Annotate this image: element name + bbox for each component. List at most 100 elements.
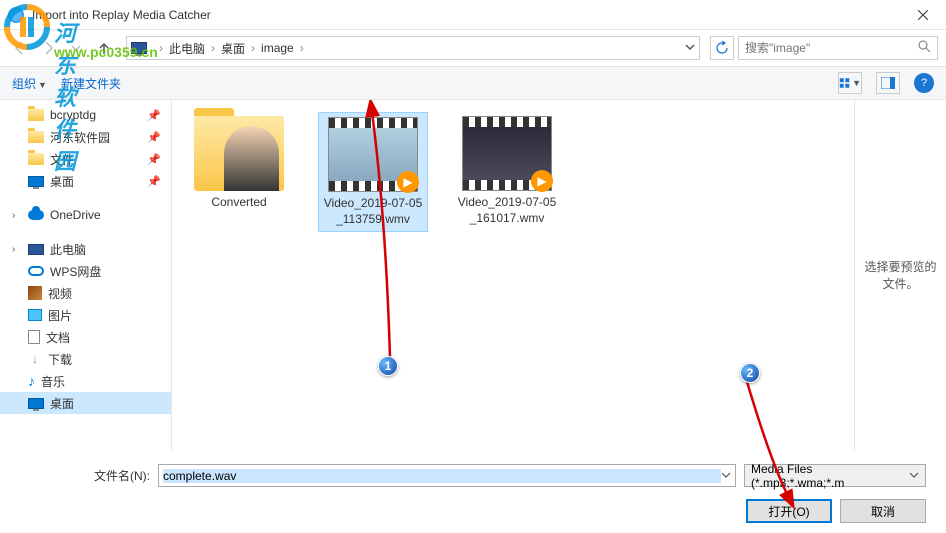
annotation-marker-1: 1: [378, 356, 398, 376]
chevron-right-icon: ›: [12, 244, 22, 255]
sidebar-item-label: 下载: [48, 351, 72, 368]
file-label: Video_2019-07-05_113759.wmv: [323, 196, 423, 227]
file-item[interactable]: ▶ Video_2019-07-05_113759.wmv: [318, 112, 428, 232]
folder-icon: [28, 131, 44, 143]
refresh-icon: [715, 41, 729, 55]
chevron-down-icon: [71, 43, 81, 53]
sidebar-item-河东软件园[interactable]: 河东软件园 📌: [0, 126, 171, 148]
pc-icon: [131, 42, 147, 54]
organize-menu[interactable]: 组织▼: [12, 75, 47, 92]
sidebar-item-桌面[interactable]: 桌面📌: [0, 170, 171, 192]
sidebar-item-label: 此电脑: [50, 241, 86, 258]
sidebar-item-OneDrive[interactable]: › OneDrive: [0, 204, 171, 226]
play-badge-icon: ▶: [397, 171, 419, 193]
filename-combo[interactable]: [158, 464, 736, 487]
view-preview-button[interactable]: [876, 72, 900, 94]
pin-icon: 📌: [147, 153, 161, 166]
nav-back-button[interactable]: [8, 36, 32, 60]
view-icons-button[interactable]: ▼: [838, 72, 862, 94]
file-label: Video_2019-07-05_161017.wmv: [456, 195, 558, 226]
new-folder-button[interactable]: 新建文件夹: [61, 75, 121, 92]
sidebar-item-文档[interactable]: 文档: [0, 326, 171, 348]
preview-pane: 选择要预览的文件。: [854, 100, 946, 450]
pin-icon: 📌: [147, 109, 161, 122]
sidebar-item-label: 河东软件园: [50, 129, 110, 146]
filetype-filter[interactable]: Media Files (*.mp3;*.wma;*.m: [744, 464, 926, 487]
sidebar-item-图片[interactable]: 图片: [0, 304, 171, 326]
doc-icon: [28, 330, 40, 344]
file-label: Converted: [211, 195, 266, 211]
sidebar-item-bcryptdg[interactable]: bcryptdg📌: [0, 104, 171, 126]
close-icon: [918, 10, 928, 20]
sidebar-item-label: 文件: [50, 151, 74, 168]
wps-icon: [28, 266, 44, 276]
open-button[interactable]: 打开(O): [746, 499, 832, 523]
play-badge-icon: ▶: [531, 170, 553, 192]
nav-up-button[interactable]: [92, 36, 116, 60]
sidebar-item-WPS网盘[interactable]: WPS网盘: [0, 260, 171, 282]
music-icon: ♪: [28, 373, 35, 389]
breadcrumb-sep: ›: [207, 41, 219, 55]
sidebar-item-label: 视频: [48, 285, 72, 302]
nav-forward-button[interactable]: [36, 36, 60, 60]
pc-icon: [28, 244, 44, 255]
chevron-down-icon: [685, 42, 695, 52]
breadcrumb-part[interactable]: 桌面: [219, 40, 247, 57]
sidebar-item-下载[interactable]: ↓ 下载: [0, 348, 171, 370]
sidebar-item-label: 文档: [46, 329, 70, 346]
sidebar: bcryptdg📌河东软件园📌文件📌桌面📌›OneDrive›此电脑WPS网盘视…: [0, 100, 172, 450]
breadcrumb-sep: ›: [155, 41, 167, 55]
preview-pane-icon: [881, 77, 895, 89]
dl-icon: ↓: [28, 352, 42, 366]
window-title: Import into Replay Media Catcher: [32, 8, 900, 22]
breadcrumb-dropdown[interactable]: [685, 41, 695, 55]
folder-thumbnail-icon: [194, 116, 284, 191]
arrow-right-icon: [40, 40, 56, 56]
breadcrumb-part[interactable]: 此电脑: [167, 40, 207, 57]
close-button[interactable]: [900, 0, 946, 30]
video-thumbnail-icon: ▶: [462, 116, 552, 191]
sidebar-item-label: OneDrive: [50, 208, 101, 222]
cancel-button[interactable]: 取消: [840, 499, 926, 523]
arrow-up-icon: [96, 40, 112, 56]
sidebar-item-label: 图片: [48, 307, 72, 324]
desktop-icon: [28, 176, 44, 187]
sidebar-item-文件[interactable]: 文件 📌: [0, 148, 171, 170]
pin-icon: 📌: [147, 175, 161, 188]
breadcrumb[interactable]: › 此电脑 › 桌面 › image ›: [126, 36, 700, 60]
breadcrumb-part[interactable]: image: [259, 41, 296, 55]
sidebar-item-label: WPS网盘: [50, 263, 101, 280]
pin-icon: 📌: [147, 131, 161, 144]
arrow-left-icon: [12, 40, 28, 56]
desktop-icon: [28, 398, 44, 409]
annotation-marker-2: 2: [740, 363, 760, 383]
sidebar-item-音乐[interactable]: ♪ 音乐: [0, 370, 171, 392]
file-item[interactable]: ▶ Video_2019-07-05_161017.wmv: [452, 112, 562, 230]
sidebar-item-此电脑[interactable]: › 此电脑: [0, 238, 171, 260]
app-icon: [8, 7, 24, 23]
breadcrumb-sep: ›: [247, 41, 259, 55]
preview-placeholder: 选择要预览的文件。: [863, 258, 938, 292]
nav-recent-button[interactable]: [64, 36, 88, 60]
chevron-down-icon: ▼: [38, 80, 47, 90]
refresh-button[interactable]: [710, 36, 734, 60]
sidebar-item-label: 桌面: [50, 395, 74, 412]
chevron-down-icon[interactable]: [721, 469, 731, 483]
file-item[interactable]: Converted: [184, 112, 294, 215]
organize-label: 组织: [12, 77, 36, 91]
sidebar-item-桌面[interactable]: 桌面: [0, 392, 171, 414]
search-icon[interactable]: [918, 40, 931, 56]
chevron-right-icon: ›: [12, 210, 22, 221]
file-content-area[interactable]: Converted ▶ Video_2019-07-05_113759.wmv ▶ Vi…: [172, 100, 854, 450]
sidebar-item-视频[interactable]: 视频: [0, 282, 171, 304]
filter-text: Media Files (*.mp3;*.wma;*.m: [751, 462, 909, 490]
cloud-icon: [28, 210, 44, 220]
filename-input[interactable]: [163, 469, 721, 483]
folder-icon: [28, 109, 44, 121]
search-box[interactable]: [738, 36, 938, 60]
search-input[interactable]: [745, 41, 918, 55]
help-button[interactable]: ?: [914, 73, 934, 93]
breadcrumb-sep: ›: [296, 41, 308, 55]
vid-icon: [28, 286, 42, 300]
sidebar-item-label: 音乐: [41, 373, 65, 390]
